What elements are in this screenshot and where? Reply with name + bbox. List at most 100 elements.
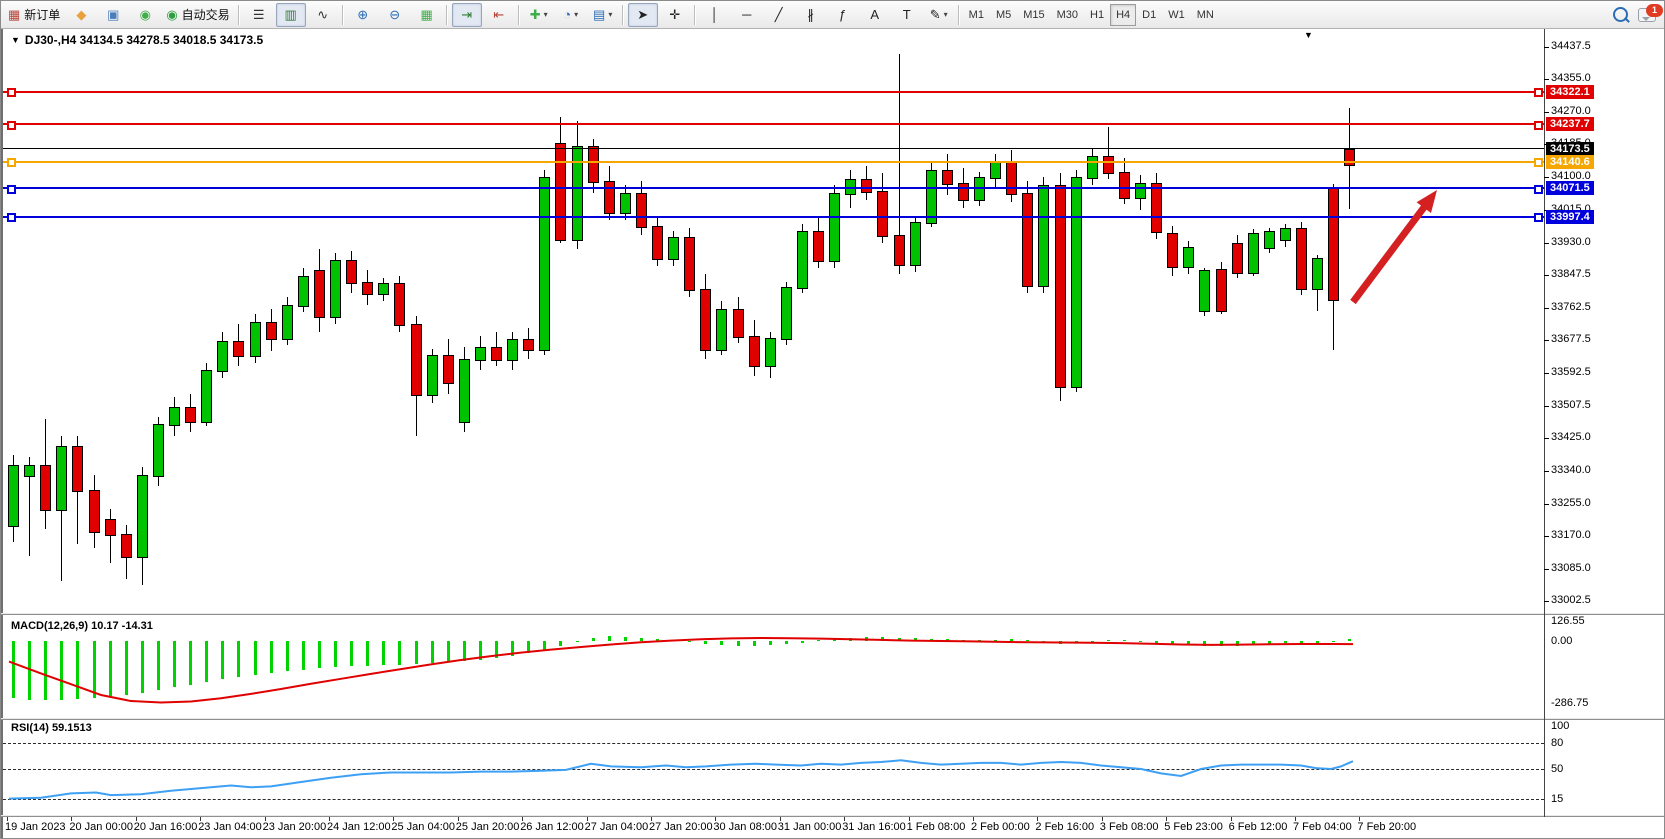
autotrade-button[interactable]: ◉自动交易 — [162, 3, 233, 27]
channel-button[interactable]: ∦ — [796, 3, 826, 27]
candle-chart-button[interactable]: ▥ — [276, 3, 306, 27]
horizontal-level-line[interactable] — [3, 161, 1544, 163]
line-anchor-marker[interactable] — [1534, 213, 1543, 222]
horizontal-line-button[interactable]: ─ — [732, 3, 762, 27]
cursor-button[interactable]: ➤ — [628, 3, 658, 27]
search-icon[interactable] — [1613, 7, 1628, 22]
line-anchor-marker[interactable] — [1534, 121, 1543, 130]
timeframe-h1[interactable]: H1 — [1084, 4, 1110, 26]
price-tick-label: 34437.5 — [1551, 40, 1591, 52]
new-chart-icon: ✚ — [530, 7, 541, 23]
horizontal-level-line[interactable] — [3, 91, 1544, 93]
timeframe-m30[interactable]: M30 — [1051, 4, 1084, 26]
macd-histogram-bar — [1236, 641, 1239, 646]
macd-histogram-bar — [270, 641, 273, 673]
timeframe-mn[interactable]: MN — [1191, 4, 1220, 26]
bar-chart-button[interactable]: ☰ — [244, 3, 274, 27]
dropdown-arrow-icon[interactable]: ▾ — [944, 10, 948, 19]
candle-body — [233, 341, 244, 357]
timeframe-m1[interactable]: M1 — [963, 4, 990, 26]
notifications-icon[interactable]: 1 — [1638, 8, 1656, 22]
macd-histogram-bar — [672, 640, 675, 641]
time-axis[interactable]: 19 Jan 202320 Jan 00:0020 Jan 16:0023 Ja… — [1, 815, 1665, 839]
macd-histogram-bar — [1026, 640, 1029, 641]
macd-histogram-bar — [382, 641, 385, 665]
channel-icon: ∦ — [807, 7, 814, 23]
dropdown-arrow-icon[interactable]: ▾ — [608, 10, 612, 19]
line-chart-button[interactable]: ∿ — [308, 3, 338, 27]
price-axis[interactable]: 34437.534355.034270.034185.034100.034015… — [1544, 29, 1665, 817]
macd-axis-label: 0.00 — [1551, 635, 1572, 647]
autotrade-button-label: 自动交易 — [182, 6, 230, 23]
vertical-line-button[interactable]: │ — [700, 3, 730, 27]
line-anchor-marker[interactable] — [7, 88, 16, 97]
macd-histogram-bar — [1010, 639, 1013, 641]
candle-body — [330, 260, 341, 318]
line-anchor-marker[interactable] — [7, 185, 16, 194]
horizontal-level-line[interactable] — [3, 148, 1544, 149]
macd-histogram-bar — [511, 641, 514, 656]
zoom-out-button[interactable]: ⊖ — [380, 3, 410, 27]
price-line-badge: 34140.6 — [1546, 155, 1594, 169]
arrows-button[interactable]: ✎▾ — [924, 3, 954, 27]
toolbar-separator — [958, 5, 960, 25]
data-window-button[interactable]: ▣ — [98, 3, 128, 27]
tile-windows-button[interactable]: ▦ — [412, 3, 442, 27]
timeframe-w1[interactable]: W1 — [1162, 4, 1191, 26]
zoom-in-button[interactable]: ⊕ — [348, 3, 378, 27]
new-order-button[interactable]: ▦新订单 — [4, 3, 64, 27]
market-watch-button[interactable]: ◆ — [66, 3, 96, 27]
horizontal-level-line[interactable] — [3, 187, 1544, 189]
line-anchor-marker[interactable] — [7, 158, 16, 167]
templates-button[interactable]: ▤▾ — [588, 3, 618, 27]
line-anchor-marker[interactable] — [7, 213, 16, 222]
macd-histogram-bar — [157, 641, 160, 690]
text-button[interactable]: A — [860, 3, 890, 27]
crosshair-button[interactable]: ✛ — [660, 3, 690, 27]
macd-histogram-bar — [1107, 640, 1110, 641]
horizontal-level-line[interactable] — [3, 123, 1544, 125]
rsi-level-line — [3, 799, 1544, 800]
line-anchor-marker[interactable] — [1534, 88, 1543, 97]
candle-body — [829, 193, 840, 263]
time-tick-label: 2 Feb 00:00 — [971, 821, 1030, 833]
line-anchor-marker[interactable] — [7, 121, 16, 130]
line-anchor-marker[interactable] — [1534, 185, 1543, 194]
navigator-button[interactable]: ◉ — [130, 3, 160, 27]
crosshair-icon: ✛ — [669, 7, 680, 23]
chart-shift-button[interactable]: ⇤ — [484, 3, 514, 27]
pane-separator[interactable] — [1, 718, 1665, 720]
scroll-anchor-icon[interactable]: ▼ — [1304, 30, 1313, 40]
price-tick-mark — [1544, 177, 1549, 178]
new-chart-button[interactable]: ✚▾ — [524, 3, 554, 27]
periods-button[interactable]: ◔▾ — [556, 3, 586, 27]
label-button[interactable]: T — [892, 3, 922, 27]
dropdown-arrow-icon[interactable]: ▾ — [544, 10, 548, 19]
rsi-axis-label: 80 — [1551, 737, 1563, 749]
pane-separator[interactable] — [1, 613, 1665, 615]
auto-scroll-button[interactable]: ⇥ — [452, 3, 482, 27]
macd-histogram-bar — [93, 641, 96, 698]
auto-scroll-icon: ⇥ — [461, 7, 472, 23]
time-tick-label: 25 Jan 20:00 — [456, 821, 520, 833]
trendline-button[interactable]: ╱ — [764, 3, 794, 27]
macd-histogram-bar — [286, 641, 289, 671]
timeframe-h4[interactable]: H4 — [1110, 4, 1136, 26]
toolbar-separator — [518, 5, 520, 25]
macd-histogram-bar — [1171, 641, 1174, 644]
horizontal-level-line[interactable] — [3, 216, 1544, 218]
timeframe-d1[interactable]: D1 — [1136, 4, 1162, 26]
candle-body — [604, 181, 615, 214]
line-anchor-marker[interactable] — [1534, 158, 1543, 167]
timeframe-m15[interactable]: M15 — [1017, 4, 1050, 26]
macd-histogram-bar — [833, 639, 836, 641]
time-tick-label: 31 Jan 00:00 — [778, 821, 842, 833]
macd-histogram-bar — [1139, 641, 1142, 642]
dropdown-arrow-icon[interactable]: ▾ — [574, 10, 578, 19]
candle-body — [539, 177, 550, 351]
timeframe-m5[interactable]: M5 — [990, 4, 1017, 26]
macd-histogram-bar — [463, 641, 466, 661]
chart-window[interactable]: ▼ DJ30-,H4 34134.5 34278.5 34018.5 34173… — [1, 29, 1665, 839]
time-tick-label: 26 Jan 12:00 — [520, 821, 584, 833]
fibonacci-button[interactable]: ƒ — [828, 3, 858, 27]
